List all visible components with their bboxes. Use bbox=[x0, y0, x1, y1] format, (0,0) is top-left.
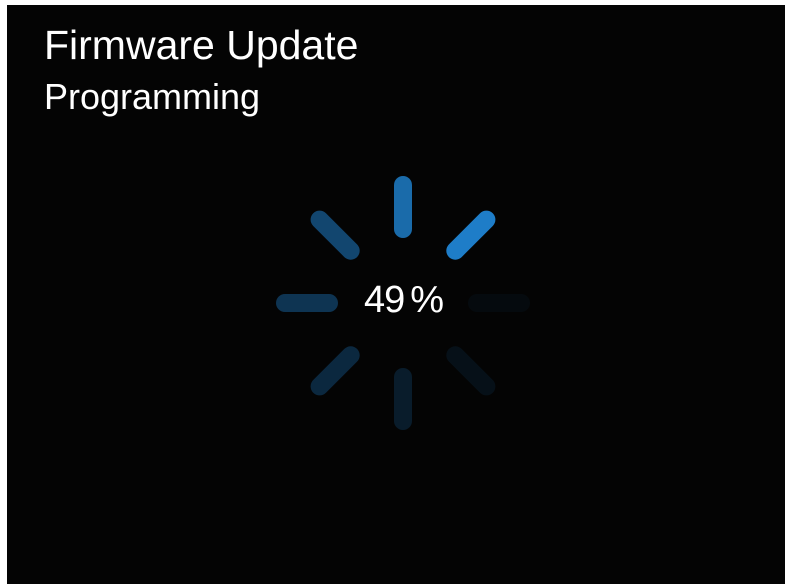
spinner-segment bbox=[310, 210, 360, 260]
device-screen: Firmware Update Programming 49% bbox=[7, 5, 785, 584]
progress-value: 49 bbox=[363, 279, 405, 321]
spinner-segment bbox=[310, 346, 360, 396]
spinner-segment bbox=[446, 210, 496, 260]
progress-readout: 49% bbox=[343, 277, 465, 323]
progress-unit: % bbox=[410, 279, 445, 321]
spinner-segment bbox=[446, 346, 496, 396]
